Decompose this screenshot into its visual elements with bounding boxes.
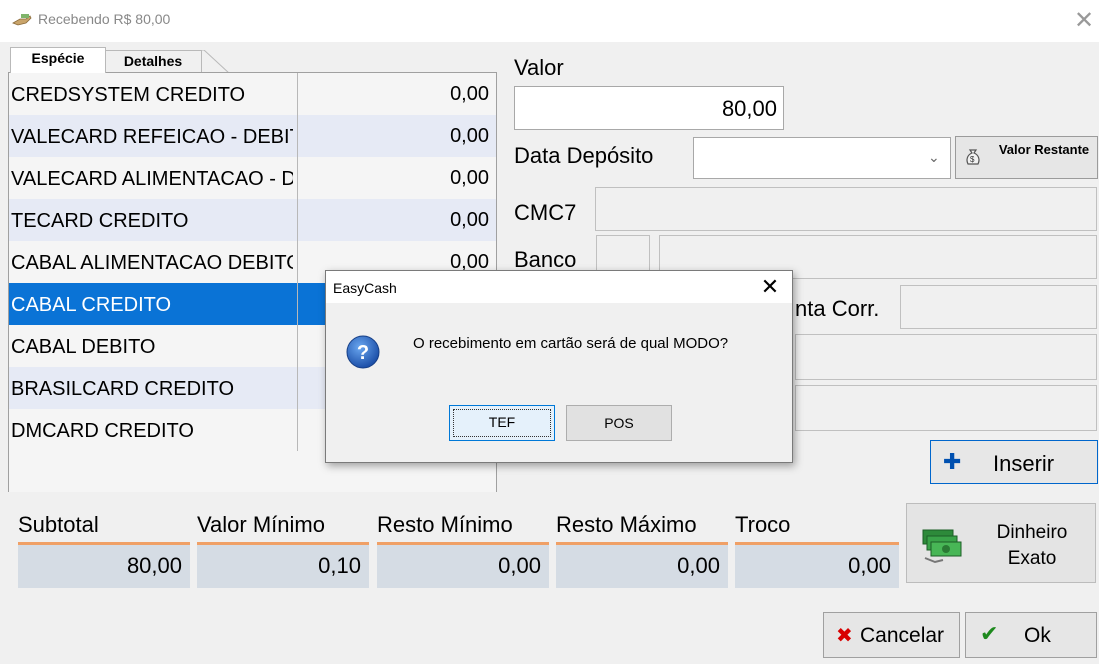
valor-restante-button[interactable]: $ Valor Restante xyxy=(955,136,1098,179)
form-field[interactable] xyxy=(795,334,1097,380)
cash-stack-icon xyxy=(922,529,962,564)
tab-especie[interactable]: Espécie xyxy=(10,47,106,73)
money-bag-icon: $ xyxy=(966,149,980,165)
list-item-name: TECARD CREDITO xyxy=(11,210,189,232)
chevron-down-icon[interactable]: ⌄ xyxy=(928,149,944,165)
close-icon[interactable]: ✕ xyxy=(756,273,784,301)
question-icon: ? xyxy=(346,335,380,369)
inserir-button[interactable]: ✚ Inserir xyxy=(930,440,1098,484)
form-field[interactable] xyxy=(795,385,1097,431)
svg-text:$: $ xyxy=(970,155,975,164)
subtotal-value: 80,00 xyxy=(18,542,190,588)
list-item-value: 0,00 xyxy=(297,73,493,115)
data-deposito-label: Data Depósito xyxy=(514,143,654,168)
list-item[interactable]: VALECARD ALIMENTACAO - DEBITO 0,00 xyxy=(9,157,496,199)
resto-minimo-value: 0,00 xyxy=(377,542,549,588)
cancelar-label: Cancelar xyxy=(860,624,945,647)
troco-value: 0,00 xyxy=(735,542,899,588)
tab-detalhes[interactable]: Detalhes xyxy=(104,50,202,72)
close-icon[interactable]: ✕ xyxy=(1072,6,1096,36)
resto-maximo-value: 0,00 xyxy=(556,542,728,588)
list-item-name: VALECARD ALIMENTACAO - DEBITO xyxy=(11,168,293,190)
pos-label: POS xyxy=(604,415,634,431)
valor-label: Valor xyxy=(514,55,564,80)
list-item[interactable]: VALECARD REFEICAO - DEBITO 0,00 xyxy=(9,115,496,157)
dialog-message: O recebimento em cartão será de qual MOD… xyxy=(413,335,729,352)
pos-button[interactable]: POS xyxy=(566,405,672,441)
list-item[interactable]: CREDSYSTEM CREDITO 0,00 xyxy=(9,73,496,115)
valor-minimo-label: Valor Mínimo xyxy=(197,512,325,537)
list-item-value: 0,00 xyxy=(297,157,493,199)
mode-dialog: EasyCash ✕ ? O recebimento em cartão ser… xyxy=(325,270,793,463)
inserir-label: Inserir xyxy=(993,451,1055,476)
list-item-name: DMCARD CREDITO xyxy=(11,420,194,442)
list-item-name: CABAL CREDITO xyxy=(11,291,293,325)
resto-maximo-label: Resto Máximo xyxy=(556,512,697,537)
list-item-value: 0,00 xyxy=(297,115,493,157)
list-item-name: CABAL DEBITO xyxy=(11,336,156,358)
window-title: Recebendo R$ 80,00 xyxy=(38,11,171,27)
tab-edge xyxy=(200,50,231,74)
dialog-title: EasyCash xyxy=(333,280,397,296)
list-item-value: 0,00 xyxy=(297,199,493,241)
focus-ring xyxy=(453,409,551,437)
subtotal-label: Subtotal xyxy=(18,512,99,537)
cancelar-button[interactable]: ✖ Cancelar xyxy=(823,612,960,658)
cmc7-label: CMC7 xyxy=(514,200,577,225)
plus-icon: ✚ xyxy=(943,449,962,474)
ok-button[interactable]: ✔ Ok xyxy=(965,612,1097,658)
svg-text:?: ? xyxy=(357,342,369,364)
conta-corrente-field[interactable] xyxy=(900,285,1097,329)
hand-money-icon xyxy=(12,14,32,26)
valor-minimo-value: 0,10 xyxy=(197,542,369,588)
list-item-name: VALECARD REFEICAO - DEBITO xyxy=(11,126,293,148)
list-item-name: BRASILCARD CREDITO xyxy=(11,378,235,400)
tef-button[interactable]: TEF xyxy=(449,405,555,441)
data-deposito-select[interactable] xyxy=(693,137,951,179)
dinheiro-exato-button[interactable]: Dinheiro Exato xyxy=(906,503,1096,583)
cmc7-field[interactable] xyxy=(595,187,1097,231)
list-item[interactable]: TECARD CREDITO 0,00 xyxy=(9,199,496,241)
ok-label: Ok xyxy=(1024,624,1051,647)
resto-minimo-label: Resto Mínimo xyxy=(377,512,513,537)
troco-label: Troco xyxy=(735,512,791,537)
conta-corrente-label: nta Corr. xyxy=(795,296,880,321)
dinheiro-exato-label: Dinheiro Exato xyxy=(996,522,1068,569)
valor-input[interactable]: 80,00 xyxy=(514,86,784,130)
valor-restante-label: Valor Restante xyxy=(998,142,1090,157)
list-item-name: CREDSYSTEM CREDITO xyxy=(11,84,246,106)
x-icon: ✖ xyxy=(836,625,853,647)
check-icon: ✔ xyxy=(980,621,999,646)
list-item-name: CABAL ALIMENTACAO DEBITO xyxy=(11,252,293,274)
